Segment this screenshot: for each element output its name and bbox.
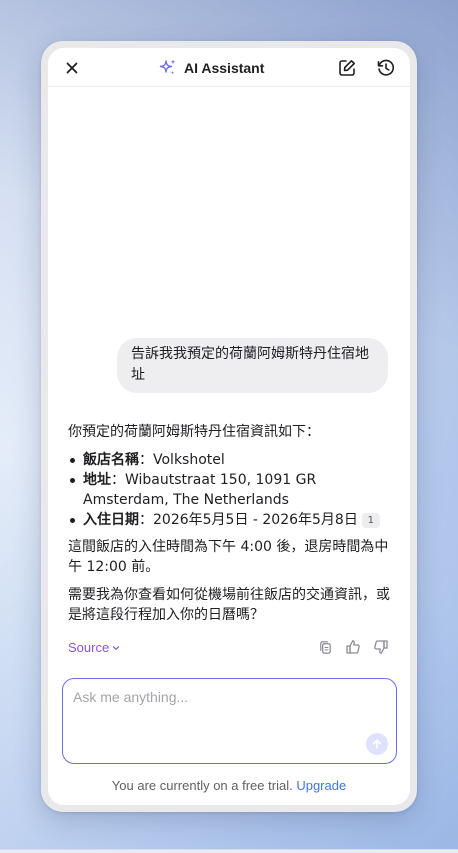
thumbs-down-button[interactable] [372, 638, 390, 656]
assistant-answer: 你預定的荷蘭阿姆斯特丹住宿資訊如下： 飯店名稱：Volkshotel 地址：Wi… [68, 422, 390, 625]
header-title-group: AI Assistant [158, 57, 264, 79]
trial-footer: You are currently on a free trial. Upgra… [48, 778, 410, 793]
source-label: Source [68, 640, 110, 655]
sparkle-icon [159, 59, 176, 75]
item-key: 飯店名稱 [83, 452, 139, 468]
item-key: 地址 [83, 472, 111, 488]
upgrade-link[interactable]: Upgrade [296, 778, 346, 793]
chat-input[interactable] [73, 689, 373, 729]
assistant-panel: AI Assistant 告訴我我預定的荷蘭阿姆斯特丹住宿地址 你預定的荷蘭阿姆… [48, 48, 410, 805]
citation-badge[interactable]: 1 [361, 513, 380, 528]
chat-input-box[interactable] [62, 678, 397, 764]
assistant-window: AI Assistant 告訴我我預定的荷蘭阿姆斯特丹住宿地址 你預定的荷蘭阿姆… [41, 41, 417, 812]
answer-meta-row: Source [68, 638, 390, 658]
answer-paragraph-followup: 需要我為你查看如何從機場前往飯店的交通資訊，或是將這段行程加入你的日曆嗎？ [68, 587, 390, 623]
send-button[interactable] [366, 733, 388, 755]
history-button[interactable] [374, 56, 398, 80]
trial-text: You are currently on a free trial. [111, 778, 293, 793]
thumbs-down-icon [374, 640, 388, 654]
panel-header: AI Assistant [48, 48, 410, 87]
item-separator: ： [111, 472, 125, 488]
history-icon [377, 59, 395, 76]
item-value: 2026年5月5日 - 2026年5月8日 [153, 512, 358, 528]
list-item: 入住日期：2026年5月5日 - 2026年5月8日 1 [68, 510, 390, 530]
user-message: 告訴我我預定的荷蘭阿姆斯特丹住宿地址 [117, 338, 388, 393]
arrow-up-icon [373, 739, 381, 749]
new-chat-button[interactable] [335, 56, 359, 80]
edit-icon [339, 60, 355, 76]
source-toggle[interactable]: Source [68, 640, 120, 655]
thumbs-up-button[interactable] [344, 638, 362, 656]
answer-list: 飯店名稱：Volkshotel 地址：Wibautstraat 150, 109… [68, 450, 390, 530]
answer-actions [316, 638, 390, 656]
answer-intro: 你預定的荷蘭阿姆斯特丹住宿資訊如下： [68, 424, 320, 440]
list-item: 地址：Wibautstraat 150, 1091 GR Amsterdam, … [68, 470, 390, 510]
close-button[interactable] [60, 56, 84, 80]
answer-paragraph-checkin: 這間飯店的入住時間為下午 4:00 後，退房時間為中午 12:00 前。 [68, 539, 389, 575]
item-separator: ： [139, 512, 153, 528]
close-icon [66, 62, 78, 74]
list-item: 飯店名稱：Volkshotel [68, 450, 390, 470]
chevron-down-icon [113, 645, 120, 650]
copy-icon [319, 640, 331, 654]
copy-button[interactable] [316, 638, 334, 656]
panel-title: AI Assistant [184, 60, 265, 76]
thumbs-up-icon [346, 640, 360, 654]
item-key: 入住日期 [83, 512, 139, 528]
item-value: Volkshotel [153, 452, 225, 468]
page-bottom-edge [0, 849, 458, 853]
item-separator: ： [139, 452, 153, 468]
